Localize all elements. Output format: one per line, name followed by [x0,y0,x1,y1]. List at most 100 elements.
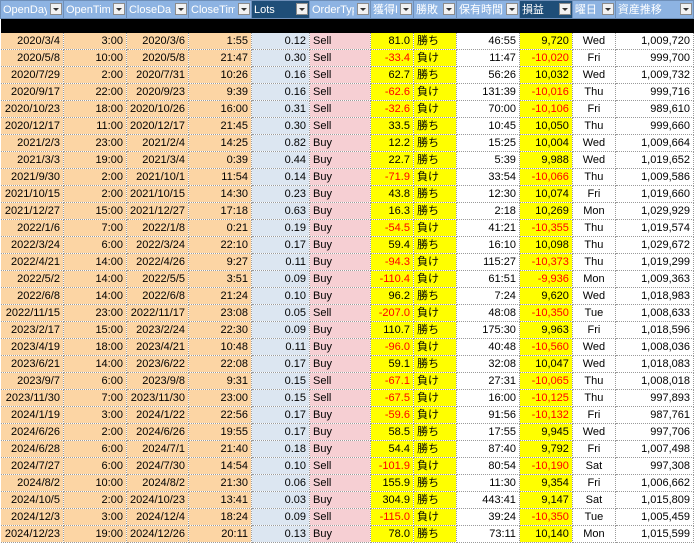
hold-time-cell[interactable]: 115:27 [456,253,520,271]
lots-cell[interactable]: 0.17 [251,406,310,424]
points-cell[interactable]: -67.5 [370,389,414,407]
weekday-cell[interactable]: Thu [572,253,616,271]
lots-cell[interactable]: 0.18 [251,440,310,458]
close-day-cell[interactable]: 2024/1/22 [126,406,190,424]
result-cell[interactable]: 勝ち [413,151,457,169]
close-time-cell[interactable]: 14:25 [188,134,253,152]
open-day-cell[interactable]: 2021/9/30 [0,168,64,186]
equity-cell[interactable]: 1,019,652 [615,151,694,169]
filter-dropdown-icon[interactable] [442,3,455,15]
profit-loss-cell[interactable]: 10,032 [519,66,573,84]
lots-cell[interactable]: 0.23 [251,185,310,203]
result-cell[interactable]: 勝ち [413,423,457,441]
profit-loss-cell[interactable]: 9,620 [519,287,573,305]
order-type-cell[interactable]: Buy [309,202,371,220]
open-day-cell[interactable]: 2022/4/21 [0,253,64,271]
filter-dropdown-icon[interactable] [112,3,125,15]
result-cell[interactable]: 勝ち [413,66,457,84]
open-day-cell[interactable]: 2023/6/21 [0,355,64,373]
points-cell[interactable]: 96.2 [370,287,414,305]
open-time-cell[interactable]: 7:00 [63,219,127,237]
close-day-cell[interactable]: 2023/9/8 [126,372,190,390]
points-cell[interactable]: 81.0 [370,32,414,50]
equity-cell[interactable]: 1,006,662 [615,474,694,492]
open-day-cell[interactable]: 2020/10/23 [0,100,64,118]
open-day-cell[interactable]: 2024/7/27 [0,457,64,475]
close-day-cell[interactable]: 2024/7/1 [126,440,190,458]
close-day-cell[interactable]: 2023/6/22 [126,355,190,373]
hold-time-cell[interactable]: 15:25 [456,134,520,152]
lots-cell[interactable]: 0.15 [251,372,310,390]
lots-cell[interactable]: 0.30 [251,117,310,135]
profit-loss-cell[interactable]: 9,720 [519,32,573,50]
open-time-cell[interactable]: 6:00 [63,457,127,475]
profit-loss-cell[interactable]: -10,020 [519,49,573,67]
result-cell[interactable]: 勝ち [413,440,457,458]
close-time-cell[interactable]: 10:26 [188,66,253,84]
hold-time-cell[interactable]: 443:41 [456,491,520,509]
open-time-cell[interactable]: 19:00 [63,151,127,169]
lots-cell[interactable]: 0.14 [251,168,310,186]
result-cell[interactable]: 負け [413,83,457,101]
weekday-cell[interactable]: Fri [572,185,616,203]
lots-cell[interactable]: 0.16 [251,83,310,101]
open-time-cell[interactable]: 15:00 [63,202,127,220]
close-time-cell[interactable]: 1:55 [188,32,253,50]
hold-time-cell[interactable]: 48:08 [456,304,520,322]
points-cell[interactable]: 78.0 [370,525,414,543]
open-day-cell[interactable]: 2022/6/8 [0,287,64,305]
weekday-cell[interactable]: Wed [572,355,616,373]
open-day-cell[interactable]: 2023/9/7 [0,372,64,390]
close-day-cell[interactable]: 2020/10/26 [126,100,190,118]
open-time-cell[interactable]: 6:00 [63,236,127,254]
lots-cell[interactable]: 0.05 [251,304,310,322]
equity-cell[interactable]: 1,019,574 [615,219,694,237]
open-time-cell[interactable]: 18:00 [63,100,127,118]
equity-cell[interactable]: 1,029,929 [615,202,694,220]
open-time-cell[interactable]: 14:00 [63,270,127,288]
close-time-cell[interactable]: 21:30 [188,474,253,492]
order-type-cell[interactable]: Buy [309,406,371,424]
hold-time-cell[interactable]: 70:00 [456,100,520,118]
open-day-cell[interactable]: 2024/12/3 [0,508,64,526]
lots-cell[interactable]: 0.09 [251,321,310,339]
order-type-cell[interactable]: Sell [309,83,371,101]
weekday-cell[interactable]: Wed [572,287,616,305]
open-time-cell[interactable]: 3:00 [63,32,127,50]
result-cell[interactable]: 勝ち [413,117,457,135]
open-day-cell[interactable]: 2023/2/17 [0,321,64,339]
weekday-cell[interactable]: Fri [572,440,616,458]
close-day-cell[interactable]: 2023/11/30 [126,389,190,407]
lots-cell[interactable]: 0.15 [251,389,310,407]
close-time-cell[interactable]: 14:54 [188,457,253,475]
hold-time-cell[interactable]: 27:31 [456,372,520,390]
points-cell[interactable]: 16.3 [370,202,414,220]
points-cell[interactable]: -33.4 [370,49,414,67]
points-cell[interactable]: 59.1 [370,355,414,373]
open-day-cell[interactable]: 2020/7/29 [0,66,64,84]
result-cell[interactable]: 負け [413,49,457,67]
close-time-cell[interactable]: 9:27 [188,253,253,271]
open-time-cell[interactable]: 2:00 [63,168,127,186]
result-cell[interactable]: 勝ち [413,32,457,50]
profit-loss-cell[interactable]: -10,132 [519,406,573,424]
order-type-cell[interactable]: Sell [309,49,371,67]
open-time-cell[interactable]: 18:00 [63,338,127,356]
points-cell[interactable]: -67.1 [370,372,414,390]
close-time-cell[interactable]: 16:00 [188,100,253,118]
points-cell[interactable]: 304.9 [370,491,414,509]
hold-time-cell[interactable]: 46:55 [456,32,520,50]
close-time-cell[interactable]: 21:40 [188,440,253,458]
open-day-cell[interactable]: 2021/3/3 [0,151,64,169]
weekday-cell[interactable]: Fri [572,49,616,67]
open-time-cell[interactable]: 10:00 [63,474,127,492]
filter-dropdown-icon[interactable] [505,3,518,15]
open-day-cell[interactable]: 2024/8/2 [0,474,64,492]
profit-loss-cell[interactable]: 10,098 [519,236,573,254]
open-time-cell[interactable]: 6:00 [63,440,127,458]
weekday-cell[interactable]: Sat [572,491,616,509]
lots-cell[interactable]: 0.31 [251,100,310,118]
hold-time-cell[interactable]: 11:30 [456,474,520,492]
result-cell[interactable]: 勝ち [413,202,457,220]
result-cell[interactable]: 勝ち [413,525,457,543]
